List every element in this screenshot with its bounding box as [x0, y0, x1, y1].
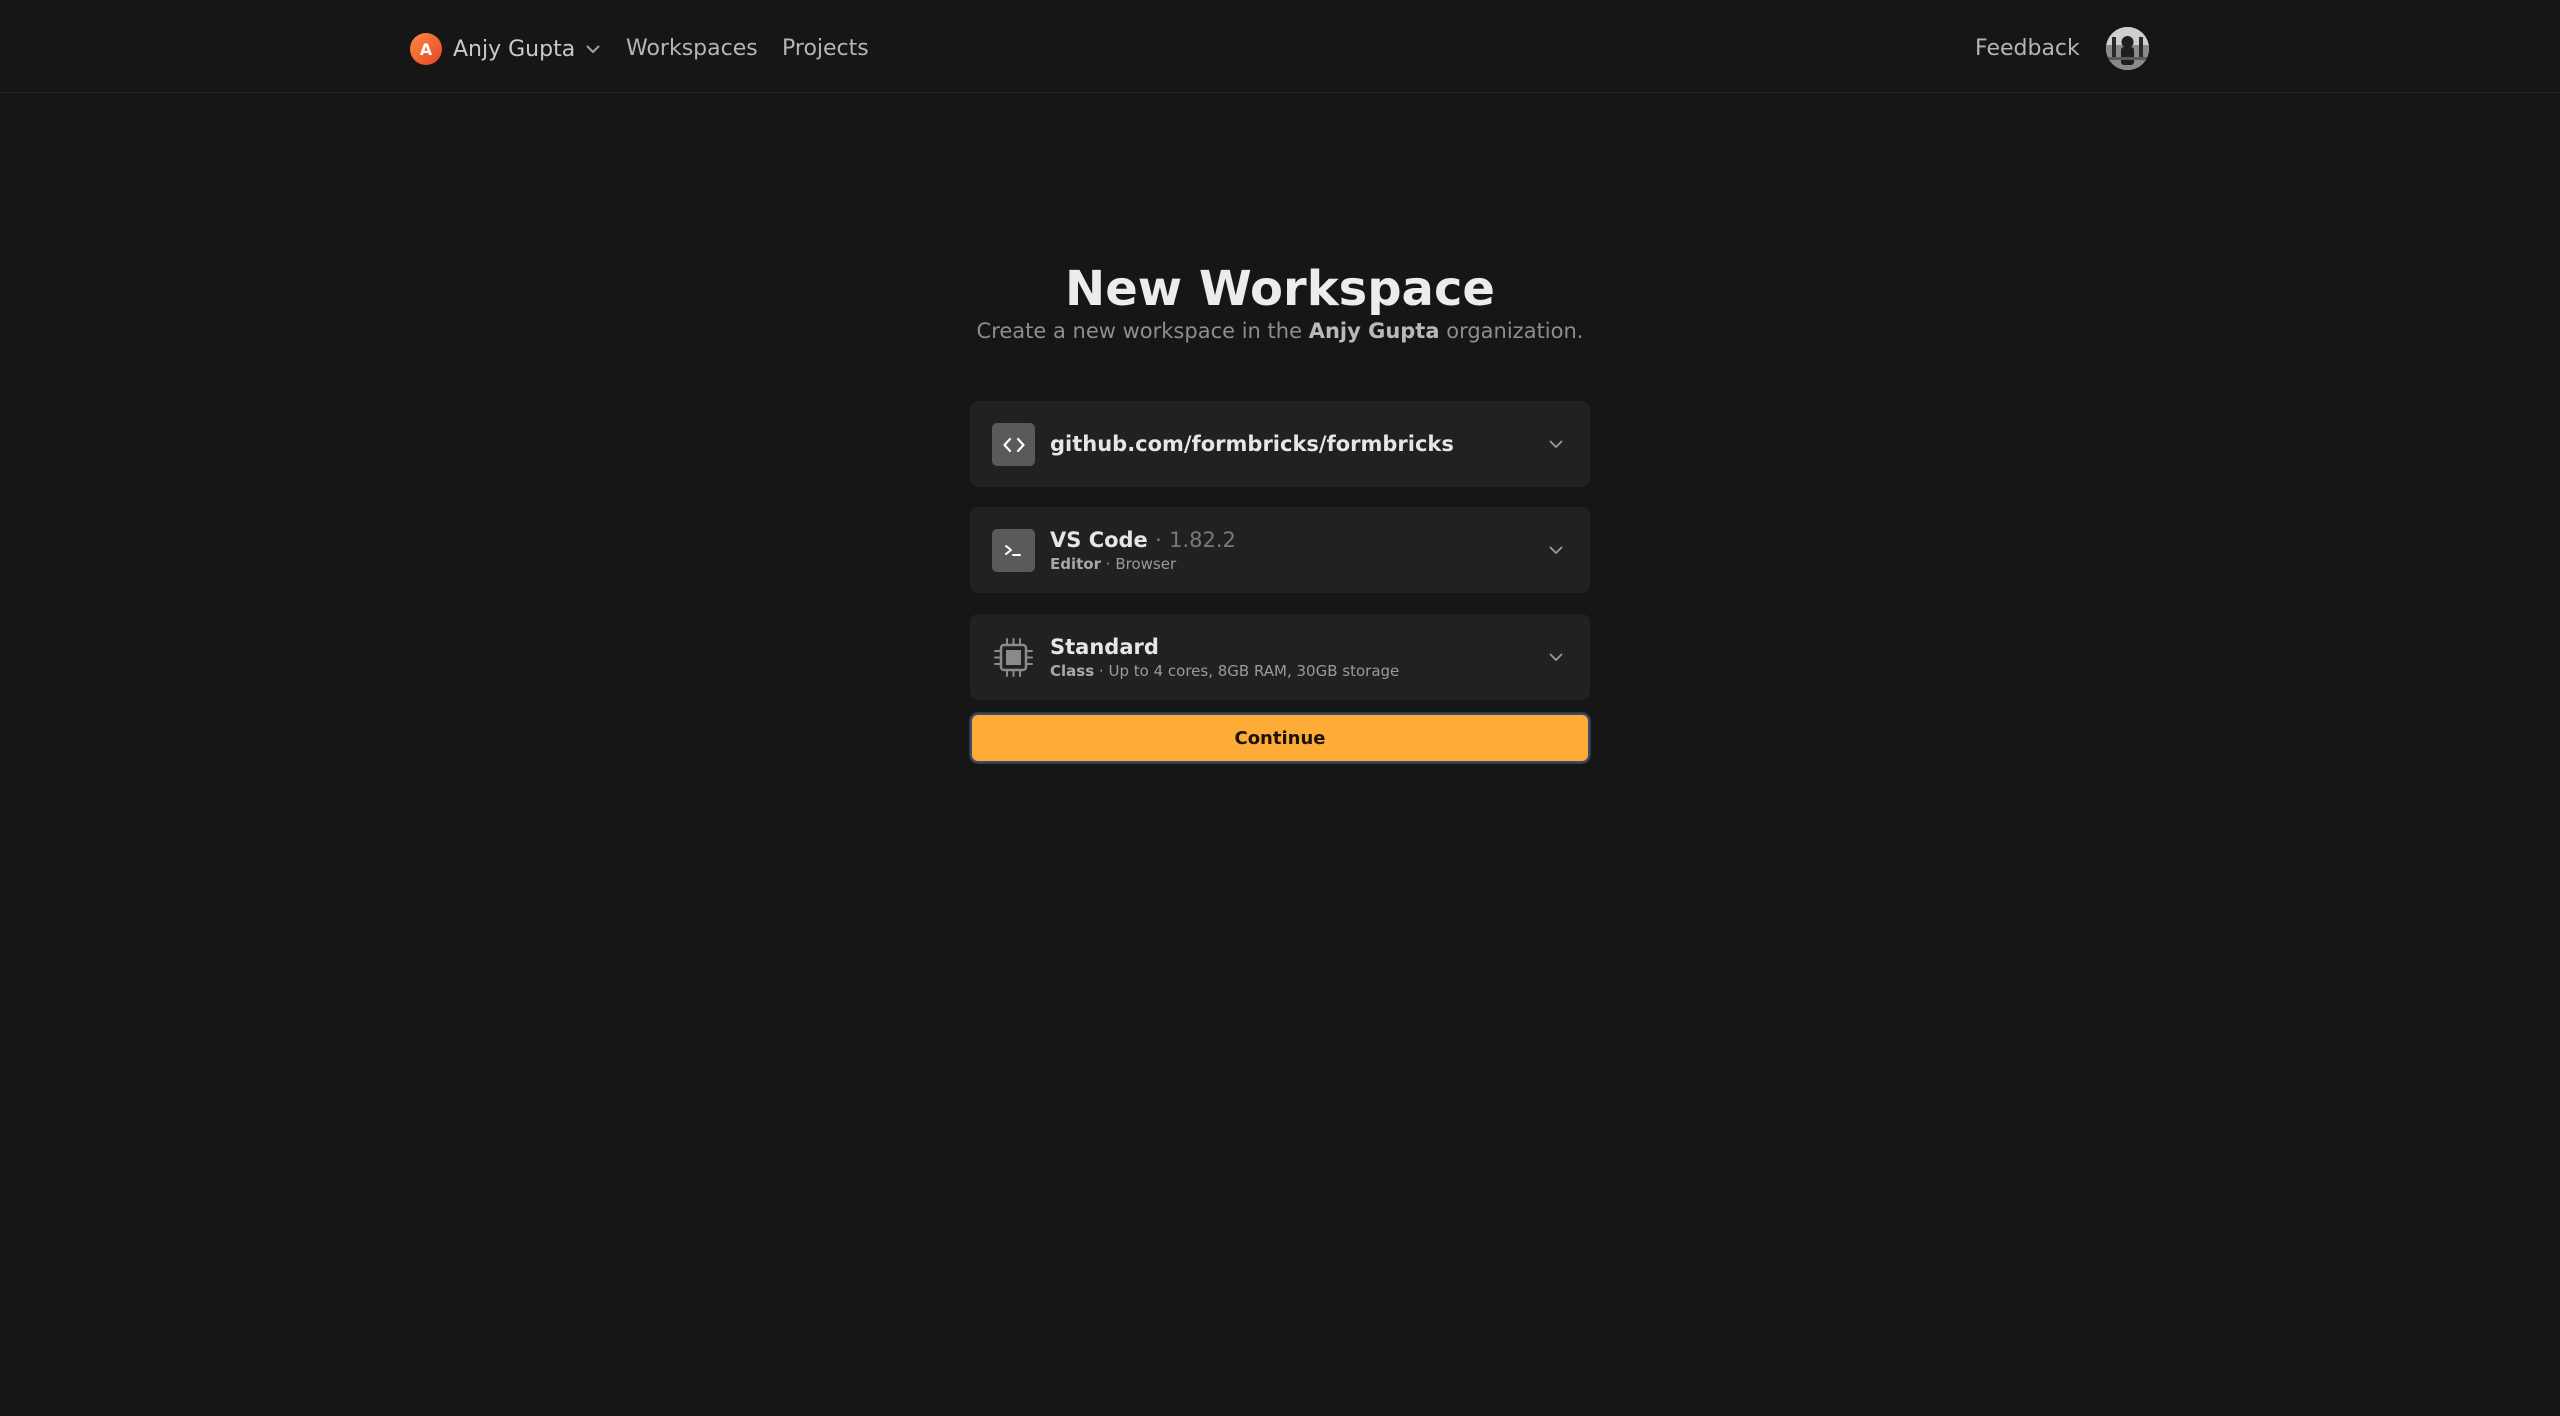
editor-separator-2: · [1105, 555, 1111, 573]
avatar-image [2106, 27, 2149, 70]
editor-type-value: Browser [1115, 555, 1177, 573]
class-type-value: Up to 4 cores, 8GB RAM, 30GB storage [1108, 662, 1400, 680]
page-title: New Workspace [1065, 261, 1495, 317]
class-subtitle: Class · Up to 4 cores, 8GB RAM, 30GB sto… [1050, 661, 1399, 681]
user-avatar[interactable] [2106, 27, 2149, 70]
top-nav: A Anjy Gupta Workspaces Projects Feedbac… [0, 0, 2560, 93]
chevron-down-icon [1548, 436, 1564, 452]
org-avatar: A [410, 33, 442, 65]
class-separator: · [1098, 662, 1104, 680]
editor-separator: · [1155, 528, 1162, 552]
editor-subtitle: Editor · Browser [1050, 554, 1236, 574]
editor-type-label: Editor [1050, 555, 1101, 573]
subtitle-suffix: organization. [1446, 319, 1584, 343]
continue-button[interactable]: Continue [970, 713, 1590, 763]
class-name: Standard [1050, 635, 1159, 659]
chevron-down-icon [1548, 542, 1564, 558]
repository-value: github.com/formbricks/formbricks [1050, 432, 1454, 456]
subtitle-prefix: Create a new workspace in the [976, 319, 1302, 343]
org-switcher[interactable]: A Anjy Gupta [410, 32, 601, 66]
repository-selector[interactable]: github.com/formbricks/formbricks [970, 401, 1590, 487]
nav-feedback[interactable]: Feedback [1975, 32, 2080, 66]
editor-selector[interactable]: VS Code · 1.82.2 Editor · Browser [970, 507, 1590, 593]
terminal-icon [992, 529, 1035, 572]
class-text: Standard Class · Up to 4 cores, 8GB RAM,… [1050, 614, 1399, 700]
workspace-class-selector[interactable]: Standard Class · Up to 4 cores, 8GB RAM,… [970, 614, 1590, 700]
nav-workspaces[interactable]: Workspaces [626, 32, 758, 66]
code-brackets-icon [992, 423, 1035, 466]
cpu-chip-icon [992, 636, 1035, 679]
org-name: Anjy Gupta [453, 36, 576, 62]
repository-text: github.com/formbricks/formbricks [1050, 401, 1454, 487]
editor-name: VS Code [1050, 528, 1148, 552]
page-subtitle: Create a new workspace in the Anjy Gupta… [0, 316, 2560, 346]
nav-projects[interactable]: Projects [782, 32, 869, 66]
chevron-down-icon [585, 41, 601, 57]
chevron-down-icon [1548, 649, 1564, 665]
editor-title: VS Code · 1.82.2 [1050, 526, 1236, 554]
subtitle-org-name: Anjy Gupta [1308, 319, 1440, 343]
class-type-label: Class [1050, 662, 1095, 680]
editor-version: 1.82.2 [1169, 528, 1236, 552]
editor-text: VS Code · 1.82.2 Editor · Browser [1050, 507, 1236, 593]
